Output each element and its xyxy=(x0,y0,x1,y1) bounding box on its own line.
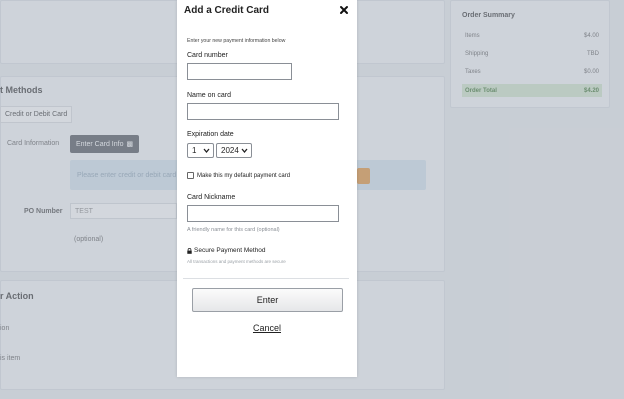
card-nickname-label: Card Nickname xyxy=(187,194,236,201)
chevron-down-icon xyxy=(241,148,248,153)
add-credit-card-modal: Add a Credit Card Enter your new payment… xyxy=(177,0,357,377)
expiration-year-select[interactable]: 2024 xyxy=(216,143,252,158)
modal-divider xyxy=(183,278,349,279)
card-nickname-input[interactable] xyxy=(187,205,339,222)
lock-icon xyxy=(187,247,192,254)
default-card-label: Make this my default payment card xyxy=(197,172,291,179)
card-number-input[interactable] xyxy=(187,63,292,80)
modal-title: Add a Credit Card xyxy=(184,5,270,16)
card-number-label: Card number xyxy=(187,52,228,59)
expiration-month-select[interactable]: 1 xyxy=(187,143,214,158)
enter-button[interactable]: Enter xyxy=(192,288,343,312)
secure-payment-heading: Secure Payment Method xyxy=(187,247,266,254)
modal-intro-text: Enter your new payment information below xyxy=(187,38,286,44)
expiration-date-label: Expiration date xyxy=(187,131,234,138)
cancel-link[interactable]: Cancel xyxy=(177,323,357,333)
secure-payment-subtitle: All transactions and payment methods are… xyxy=(187,259,286,264)
name-on-card-label: Name on card xyxy=(187,92,231,99)
card-nickname-hint: A friendly name for this card (optional) xyxy=(187,227,280,233)
close-icon[interactable] xyxy=(339,5,349,15)
default-card-checkbox[interactable] xyxy=(187,172,194,179)
name-on-card-input[interactable] xyxy=(187,103,339,120)
chevron-down-icon xyxy=(203,148,210,153)
default-card-option[interactable]: Make this my default payment card xyxy=(187,172,290,179)
